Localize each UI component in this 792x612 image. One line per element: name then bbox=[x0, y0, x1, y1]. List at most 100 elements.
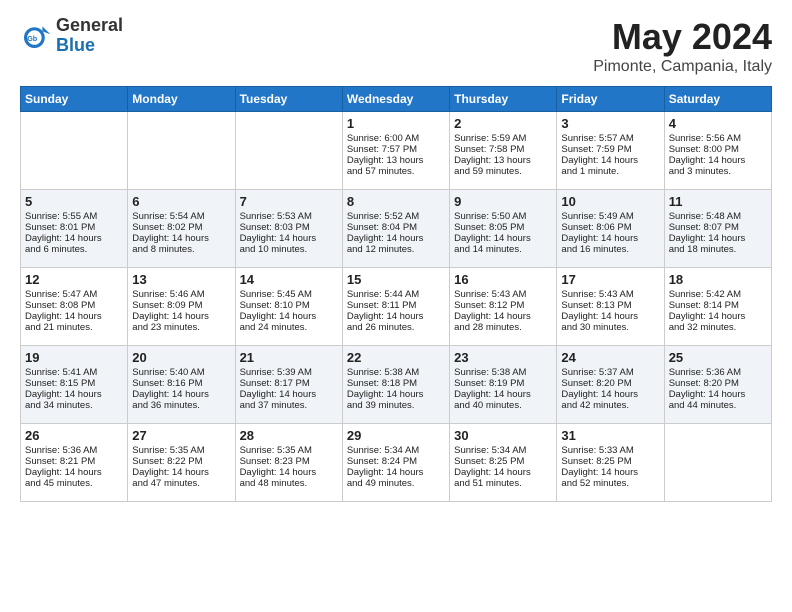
day-number: 4 bbox=[669, 116, 767, 131]
day-info: Sunrise: 5:38 AM bbox=[347, 367, 445, 378]
day-info: Sunrise: 5:33 AM bbox=[561, 445, 659, 456]
week-row-4: 19Sunrise: 5:41 AMSunset: 8:15 PMDayligh… bbox=[21, 346, 772, 424]
day-cell: 24Sunrise: 5:37 AMSunset: 8:20 PMDayligh… bbox=[557, 346, 664, 424]
day-info: Sunrise: 5:50 AM bbox=[454, 211, 552, 222]
day-info: and 57 minutes. bbox=[347, 166, 445, 177]
logo-general: General bbox=[56, 16, 123, 36]
day-info: Daylight: 14 hours bbox=[25, 389, 123, 400]
day-number: 25 bbox=[669, 350, 767, 365]
day-info: Sunset: 8:11 PM bbox=[347, 300, 445, 311]
day-info: Sunset: 8:20 PM bbox=[561, 378, 659, 389]
day-info: Sunrise: 5:42 AM bbox=[669, 289, 767, 300]
day-info: Sunset: 8:06 PM bbox=[561, 222, 659, 233]
day-info: Sunrise: 5:53 AM bbox=[240, 211, 338, 222]
day-info: Sunrise: 5:54 AM bbox=[132, 211, 230, 222]
day-header-tuesday: Tuesday bbox=[235, 87, 342, 112]
day-info: and 47 minutes. bbox=[132, 478, 230, 489]
day-info: Sunrise: 5:41 AM bbox=[25, 367, 123, 378]
day-info: Daylight: 14 hours bbox=[25, 311, 123, 322]
day-cell bbox=[664, 424, 771, 502]
day-info: Sunrise: 5:37 AM bbox=[561, 367, 659, 378]
day-number: 1 bbox=[347, 116, 445, 131]
day-info: Sunset: 8:20 PM bbox=[669, 378, 767, 389]
day-cell: 10Sunrise: 5:49 AMSunset: 8:06 PMDayligh… bbox=[557, 190, 664, 268]
day-info: Sunset: 8:18 PM bbox=[347, 378, 445, 389]
day-info: Daylight: 14 hours bbox=[25, 467, 123, 478]
day-cell bbox=[21, 112, 128, 190]
day-info: and 45 minutes. bbox=[25, 478, 123, 489]
day-info: Sunrise: 5:44 AM bbox=[347, 289, 445, 300]
day-cell: 27Sunrise: 5:35 AMSunset: 8:22 PMDayligh… bbox=[128, 424, 235, 502]
day-info: and 40 minutes. bbox=[454, 400, 552, 411]
day-info: and 3 minutes. bbox=[669, 166, 767, 177]
day-info: and 32 minutes. bbox=[669, 322, 767, 333]
day-info: and 34 minutes. bbox=[25, 400, 123, 411]
day-number: 26 bbox=[25, 428, 123, 443]
day-info: Sunset: 8:21 PM bbox=[25, 456, 123, 467]
day-cell: 17Sunrise: 5:43 AMSunset: 8:13 PMDayligh… bbox=[557, 268, 664, 346]
day-header-saturday: Saturday bbox=[664, 87, 771, 112]
day-cell: 31Sunrise: 5:33 AMSunset: 8:25 PMDayligh… bbox=[557, 424, 664, 502]
day-info: Sunset: 8:14 PM bbox=[669, 300, 767, 311]
day-info: Sunset: 7:58 PM bbox=[454, 144, 552, 155]
svg-text:Gb: Gb bbox=[27, 34, 38, 43]
week-row-5: 26 Sunrise: 5:36 AMSunset: 8:21 PMDayligh… bbox=[21, 424, 772, 502]
logo: Gb General Blue bbox=[20, 16, 123, 56]
day-info: Sunset: 8:08 PM bbox=[25, 300, 123, 311]
header: Gb General Blue May 2024 Pimonte, Campan… bbox=[20, 16, 772, 76]
day-header-monday: Monday bbox=[128, 87, 235, 112]
day-info: Sunrise: 5:36 AM bbox=[669, 367, 767, 378]
day-info: Sunrise: 5:36 AM bbox=[25, 445, 123, 456]
day-info: Sunset: 8:24 PM bbox=[347, 456, 445, 467]
day-info: Sunrise: 5:34 AM bbox=[347, 445, 445, 456]
day-cell bbox=[128, 112, 235, 190]
day-cell: 14Sunrise: 5:45 AMSunset: 8:10 PMDayligh… bbox=[235, 268, 342, 346]
day-info: and 6 minutes. bbox=[25, 244, 123, 255]
day-number: 11 bbox=[669, 194, 767, 209]
day-number: 29 bbox=[347, 428, 445, 443]
day-info: and 52 minutes. bbox=[561, 478, 659, 489]
day-info: Daylight: 14 hours bbox=[347, 311, 445, 322]
day-info: Sunrise: 5:49 AM bbox=[561, 211, 659, 222]
day-info: Daylight: 14 hours bbox=[454, 311, 552, 322]
day-number: 23 bbox=[454, 350, 552, 365]
day-info: and 28 minutes. bbox=[454, 322, 552, 333]
day-cell: 18Sunrise: 5:42 AMSunset: 8:14 PMDayligh… bbox=[664, 268, 771, 346]
day-info: and 51 minutes. bbox=[454, 478, 552, 489]
day-info: Sunrise: 5:34 AM bbox=[454, 445, 552, 456]
day-number: 15 bbox=[347, 272, 445, 287]
day-info: Daylight: 14 hours bbox=[454, 389, 552, 400]
day-info: Sunset: 8:10 PM bbox=[240, 300, 338, 311]
day-info: Sunrise: 5:35 AM bbox=[132, 445, 230, 456]
day-info: Daylight: 13 hours bbox=[454, 155, 552, 166]
day-info: and 59 minutes. bbox=[454, 166, 552, 177]
day-info: Daylight: 14 hours bbox=[240, 233, 338, 244]
day-info: and 49 minutes. bbox=[347, 478, 445, 489]
day-info: and 37 minutes. bbox=[240, 400, 338, 411]
day-info: Daylight: 13 hours bbox=[347, 155, 445, 166]
day-cell: 12Sunrise: 5:47 AMSunset: 8:08 PMDayligh… bbox=[21, 268, 128, 346]
day-info: Sunrise: 5:45 AM bbox=[240, 289, 338, 300]
day-info: Sunrise: 5:43 AM bbox=[561, 289, 659, 300]
day-number: 18 bbox=[669, 272, 767, 287]
day-info: Sunset: 8:02 PM bbox=[132, 222, 230, 233]
day-number: 9 bbox=[454, 194, 552, 209]
day-info: and 48 minutes. bbox=[240, 478, 338, 489]
logo-icon: Gb bbox=[20, 20, 52, 52]
day-cell: 26 Sunrise: 5:36 AMSunset: 8:21 PMDayligh… bbox=[21, 424, 128, 502]
day-info: Daylight: 14 hours bbox=[132, 233, 230, 244]
day-number: 28 bbox=[240, 428, 338, 443]
day-info: and 18 minutes. bbox=[669, 244, 767, 255]
day-number: 22 bbox=[347, 350, 445, 365]
day-info: Sunrise: 5:47 AM bbox=[25, 289, 123, 300]
day-info: Sunset: 8:22 PM bbox=[132, 456, 230, 467]
day-info: Sunset: 8:09 PM bbox=[132, 300, 230, 311]
day-info: Sunset: 8:05 PM bbox=[454, 222, 552, 233]
week-row-3: 12Sunrise: 5:47 AMSunset: 8:08 PMDayligh… bbox=[21, 268, 772, 346]
day-cell bbox=[235, 112, 342, 190]
day-number: 19 bbox=[25, 350, 123, 365]
day-info: and 16 minutes. bbox=[561, 244, 659, 255]
calendar-table: SundayMondayTuesdayWednesdayThursdayFrid… bbox=[20, 86, 772, 502]
day-info: Daylight: 14 hours bbox=[25, 233, 123, 244]
day-cell: 1Sunrise: 6:00 AMSunset: 7:57 PMDaylight… bbox=[342, 112, 449, 190]
